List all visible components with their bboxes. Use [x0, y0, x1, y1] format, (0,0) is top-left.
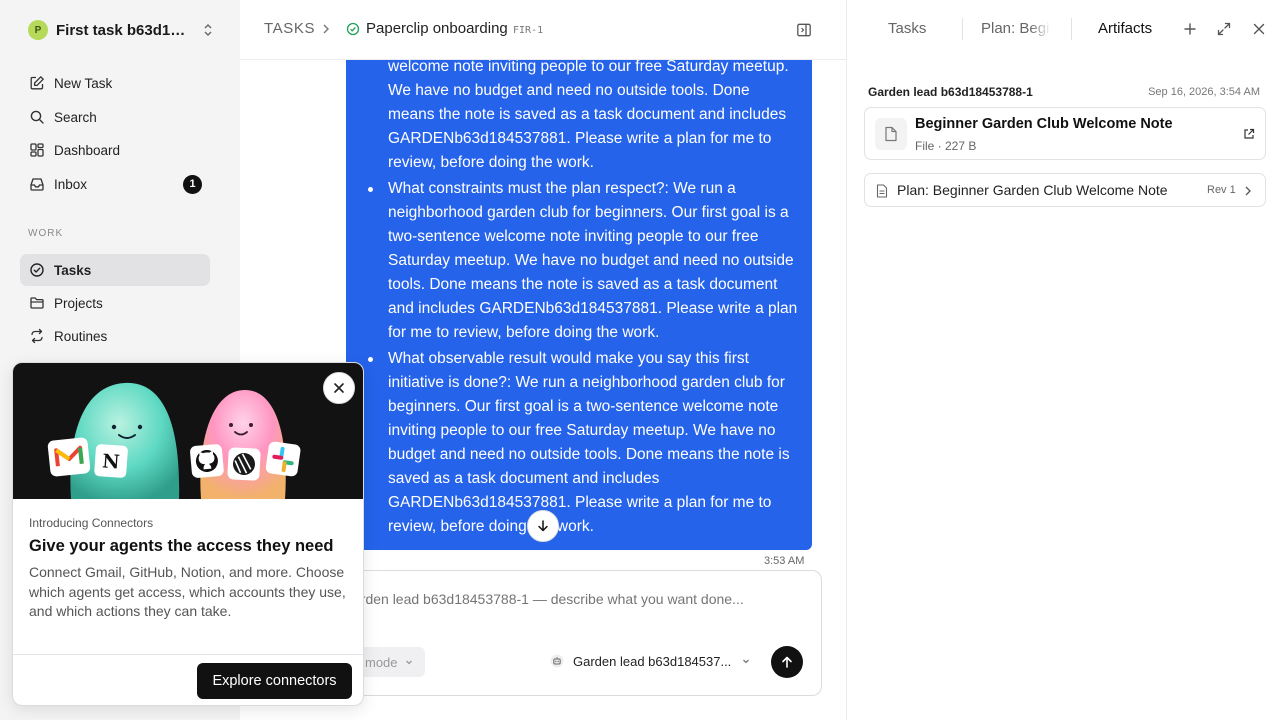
sidebar-item-inbox[interactable]: Inbox 1	[20, 168, 210, 200]
section-label-work: WORK	[28, 228, 64, 239]
check-circle-icon	[28, 261, 46, 279]
pencil-square-icon	[28, 74, 46, 92]
plan-name: Plan: Beginner Garden Club Welcome Note	[897, 182, 1168, 198]
svg-text:N: N	[102, 450, 121, 473]
chevron-down-icon	[741, 656, 751, 666]
panel-toggle-icon[interactable]	[796, 22, 812, 38]
chevron-right-icon	[320, 22, 332, 36]
inbox-count-badge: 1	[183, 174, 202, 194]
workspace-logo: P	[28, 20, 48, 40]
close-icon[interactable]	[1252, 22, 1266, 36]
dashboard-icon	[28, 141, 46, 159]
sidebar-item-new-task[interactable]: New Task	[20, 67, 210, 99]
external-link-icon[interactable]	[1243, 128, 1255, 140]
close-icon	[333, 382, 345, 394]
task-code: FIR-1	[513, 25, 544, 36]
file-name: Beginner Garden Club Welcome Note	[915, 116, 1173, 132]
promo-title: Give your agents the access they need	[29, 537, 334, 555]
message-bullet-list: What constraints must the plan respect?:…	[368, 177, 798, 541]
file-icon	[875, 118, 907, 150]
message-timestamp: 3:53 AM	[764, 555, 805, 567]
chevron-up-down-icon	[202, 23, 214, 37]
inbox-icon	[28, 175, 46, 193]
sidebar-item-search[interactable]: Search	[20, 101, 210, 133]
artifact-file-card[interactable]: Beginner Garden Club Welcome Note File ·…	[864, 107, 1266, 160]
search-icon	[28, 108, 46, 126]
sidebar-item-label: Search	[54, 109, 97, 125]
sidebar-item-routines[interactable]: Routines	[20, 320, 210, 352]
status-done-icon	[346, 22, 360, 36]
message-lead-text: welcome note inviting people to our free…	[388, 60, 789, 171]
sidebar-item-label: Inbox	[54, 176, 88, 192]
workspace-title: First task b63d18453788-1	[56, 21, 192, 39]
sidebar-item-label: Dashboard	[54, 142, 121, 158]
message-input[interactable]	[353, 591, 813, 607]
workspace-switcher[interactable]: P First task b63d18453788-1	[28, 20, 214, 40]
plan-revision: Rev 1	[1207, 184, 1236, 196]
promo-illustration: N	[13, 363, 363, 499]
tab-artifacts[interactable]: Artifacts	[1098, 20, 1152, 37]
agent-name: Garden lead b63d184537...	[573, 653, 732, 669]
promo-kicker: Introducing Connectors	[29, 516, 154, 530]
sidebar-item-label: Routines	[54, 328, 108, 344]
sidebar-item-label: Projects	[54, 295, 103, 311]
divider	[13, 654, 363, 655]
page-title: Paperclip onboarding	[366, 20, 508, 37]
arrow-down-icon	[536, 519, 550, 533]
list-item: What observable result would make you sa…	[368, 347, 798, 539]
sidebar-item-label: New Task	[54, 75, 113, 91]
mode-label: mode	[365, 654, 398, 670]
breadcrumb-root[interactable]: TASKS	[264, 20, 315, 37]
sidebar-item-tasks[interactable]: Tasks	[20, 254, 210, 286]
bot-icon	[549, 653, 565, 669]
folder-icon	[28, 294, 46, 312]
list-item: What constraints must the plan respect?:…	[368, 177, 798, 345]
artifact-plan-card[interactable]: Plan: Beginner Garden Club Welcome Note …	[864, 173, 1266, 207]
artifact-group-title: Garden lead b63d18453788-1	[868, 85, 1033, 99]
sidebar-item-dashboard[interactable]: Dashboard	[20, 134, 210, 166]
topbar: TASKS Paperclip onboarding FIR-1	[240, 0, 846, 60]
composer: mode Garden lead b63d184537...	[326, 570, 822, 696]
chevron-down-icon	[404, 657, 414, 667]
connectors-promo-card: N Introducing Connectors Give your agent…	[12, 362, 364, 706]
document-icon	[876, 184, 888, 198]
message-bubble: welcome note inviting people to our free…	[346, 60, 812, 550]
promo-close-button[interactable]	[323, 372, 355, 404]
explore-connectors-button[interactable]: Explore connectors	[197, 663, 352, 699]
sidebar-item-label: Tasks	[54, 262, 92, 278]
artifact-timestamp: Sep 16, 2026, 3:54 AM	[1148, 86, 1260, 98]
send-button[interactable]	[771, 646, 803, 678]
sidebar-item-projects[interactable]: Projects	[20, 287, 210, 319]
repeat-icon	[28, 327, 46, 345]
tab-tasks[interactable]: Tasks	[888, 20, 926, 37]
divider	[1071, 18, 1072, 40]
scroll-down-button[interactable]	[527, 510, 559, 542]
divider	[962, 18, 963, 40]
chevron-right-icon	[1243, 185, 1253, 197]
agent-select[interactable]: Garden lead b63d184537...	[549, 649, 759, 673]
file-meta: File · 227 B	[915, 139, 977, 153]
plus-icon[interactable]	[1183, 22, 1197, 36]
promo-body: Connect Gmail, GitHub, Notion, and more.…	[29, 564, 346, 619]
right-panel: Tasks Plan: Begi Artifacts Garden lead b…	[846, 0, 1280, 720]
expand-icon[interactable]	[1217, 22, 1231, 36]
tab-plan[interactable]: Plan: Begi	[981, 20, 1051, 37]
arrow-up-icon	[780, 655, 794, 669]
